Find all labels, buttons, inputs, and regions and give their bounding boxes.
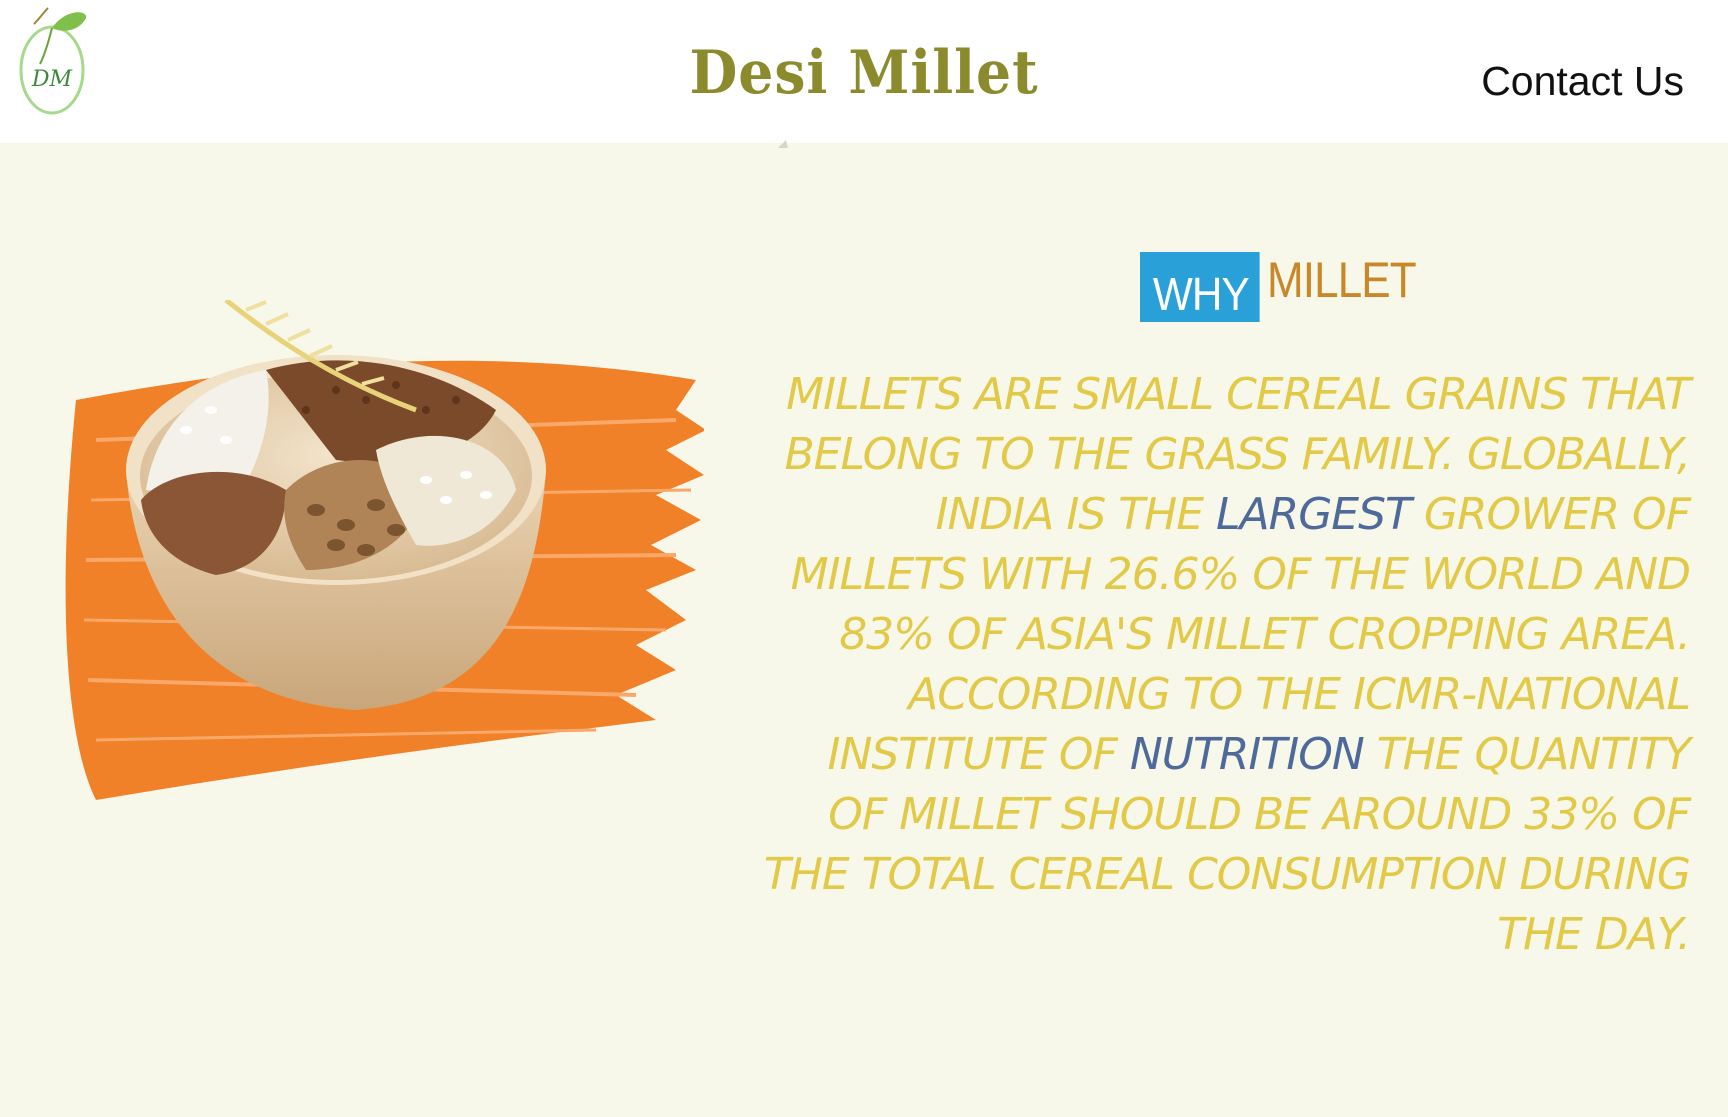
brand-title[interactable]: Desi Millet xyxy=(69,38,1659,108)
highlight-nutrition: nutrition xyxy=(1129,729,1365,780)
why-millet-paragraph: Millets are small cereal grains that bel… xyxy=(760,365,1691,965)
millet-bowl-image xyxy=(36,298,706,800)
site-header: DM Desi Millet Contact Us xyxy=(0,0,1728,148)
header-notch xyxy=(778,140,788,148)
logo-letters: DM xyxy=(31,67,73,92)
section-title: WHY MILLET xyxy=(1140,252,1436,322)
millet-heading: MILLET xyxy=(1267,252,1417,308)
contact-us-link[interactable]: Contact Us xyxy=(1481,58,1684,105)
highlight-largest: largest xyxy=(1216,489,1412,540)
why-badge: WHY xyxy=(1140,252,1260,322)
